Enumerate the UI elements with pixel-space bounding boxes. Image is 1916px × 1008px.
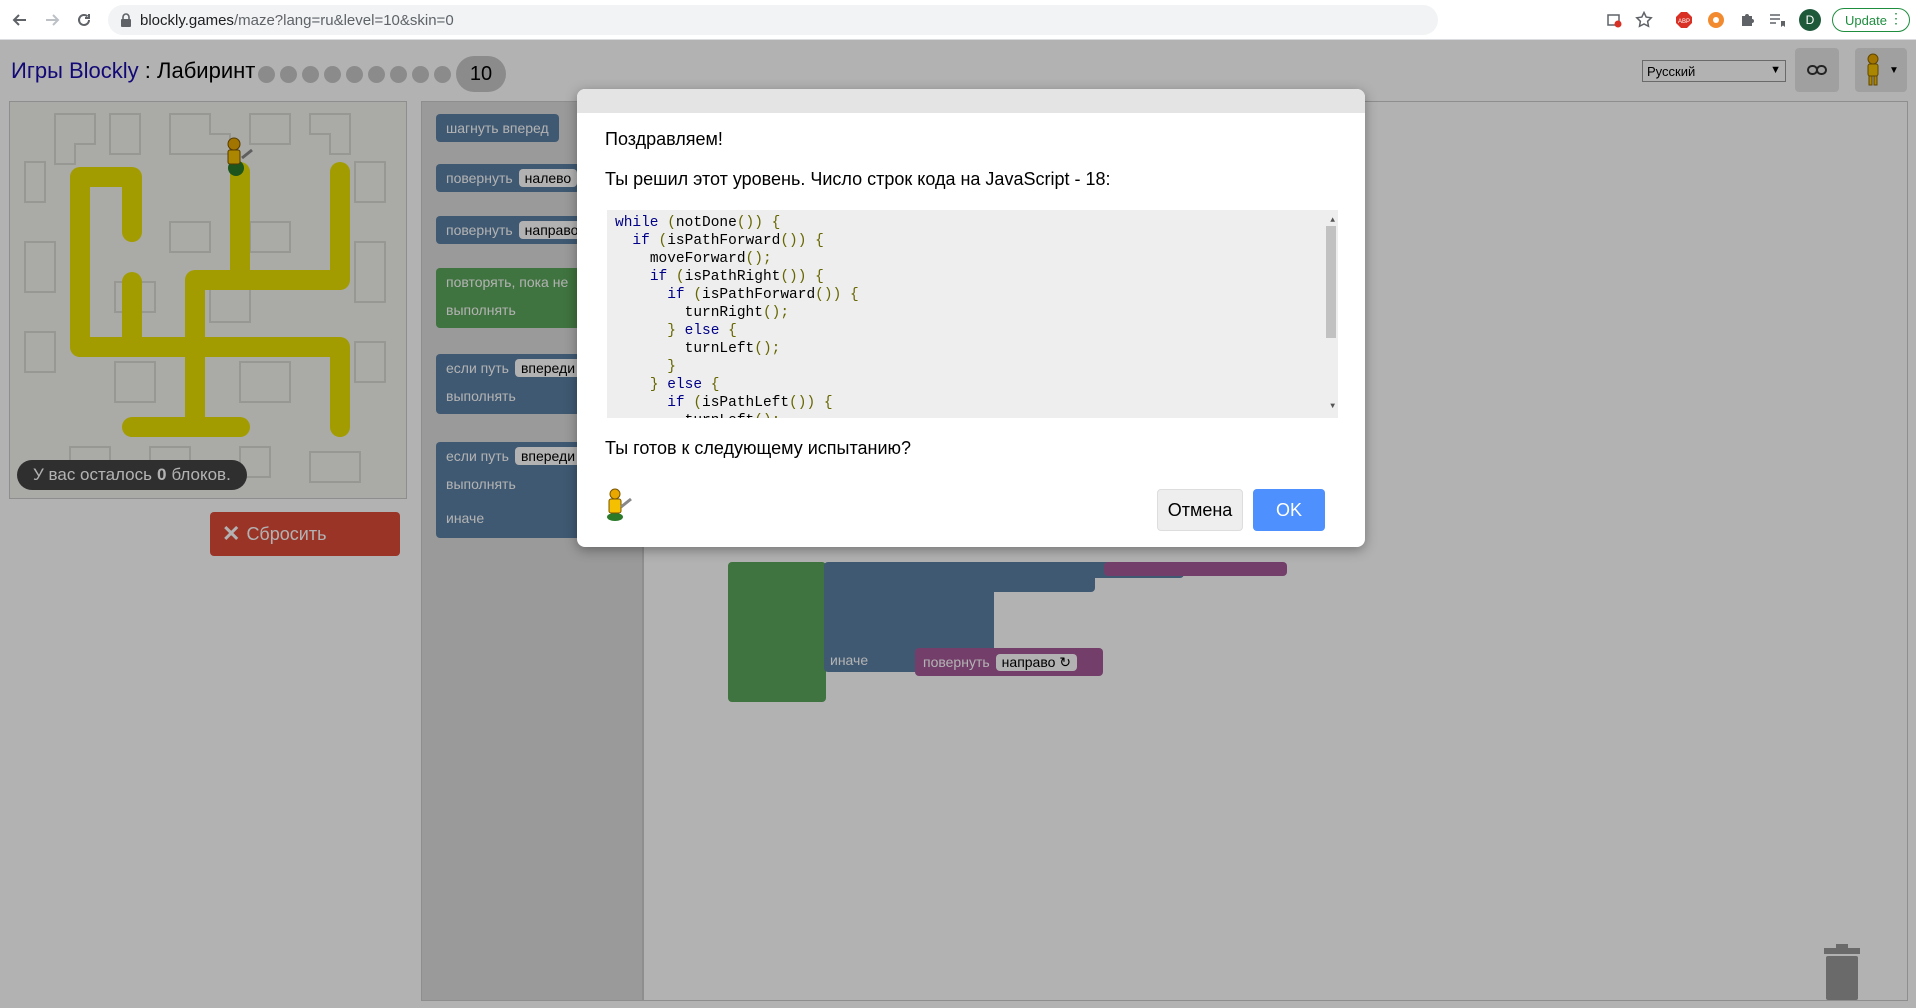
extension-orange-icon[interactable] <box>1706 10 1726 30</box>
code-line: turnLeft(); <box>684 341 781 357</box>
svg-text:ABP: ABP <box>1678 19 1690 25</box>
url-path: /maze?lang=ru&level=10&skin=0 <box>233 11 454 29</box>
update-label: Update <box>1845 12 1887 28</box>
cancel-button[interactable]: Отмена <box>1157 489 1243 531</box>
back-icon[interactable] <box>8 8 32 32</box>
code-line: turnLeft(); <box>615 412 1330 418</box>
code-line: if (isPathForward()) { <box>667 287 859 303</box>
address-bar[interactable]: blockly.games/maze?lang=ru&level=10&skin… <box>108 5 1438 35</box>
scroll-down-icon[interactable]: ▼ <box>1330 398 1335 416</box>
scrollbar-thumb[interactable] <box>1326 226 1336 338</box>
code-listing[interactable]: while (notDone()) { if (isPathForward())… <box>607 210 1338 418</box>
dialog-header-bar <box>577 89 1365 113</box>
adblock-icon[interactable]: ABP <box>1674 10 1694 30</box>
profile-avatar[interactable]: D <box>1799 9 1821 31</box>
code-line: } else { <box>649 377 720 393</box>
bookmark-star-icon[interactable] <box>1634 10 1654 30</box>
reload-icon[interactable] <box>72 8 96 32</box>
forward-icon[interactable] <box>40 8 64 32</box>
dialog-message: Ты решил этот уровень. Число строк кода … <box>605 169 1111 189</box>
pegman-icon <box>603 487 635 528</box>
congratulations-dialog: Поздравляем! Ты решил этот уровень. Числ… <box>577 89 1365 547</box>
extensions-puzzle-icon[interactable] <box>1737 10 1757 30</box>
reading-list-icon[interactable] <box>1767 10 1787 30</box>
code-line: moveForward(); <box>649 251 772 267</box>
update-button[interactable]: Update ⋮ <box>1832 8 1910 32</box>
code-line: turnRight(); <box>684 305 790 321</box>
code-line: } else { <box>667 323 737 339</box>
menu-dots-icon[interactable]: ⋮ <box>1889 10 1903 27</box>
lock-icon <box>120 13 132 27</box>
browser-toolbar: blockly.games/maze?lang=ru&level=10&skin… <box>0 0 1916 40</box>
code-line: if (isPathForward()) { <box>632 233 824 249</box>
code-line: } <box>667 359 676 375</box>
dialog-question: Ты готов к следующему испытанию? <box>605 438 912 458</box>
code-line: while (notDone()) { <box>615 215 781 231</box>
code-line: if (isPathLeft()) { <box>667 395 833 411</box>
url-host: blockly.games <box>140 11 234 29</box>
dialog-title: Поздравляем! <box>605 129 723 149</box>
code-line: if (isPathRight()) { <box>649 269 824 285</box>
ok-button[interactable]: OK <box>1253 489 1325 531</box>
blocked-popup-icon[interactable] <box>1604 10 1624 30</box>
code-scrollbar[interactable]: ▲ ▼ <box>1324 210 1338 418</box>
